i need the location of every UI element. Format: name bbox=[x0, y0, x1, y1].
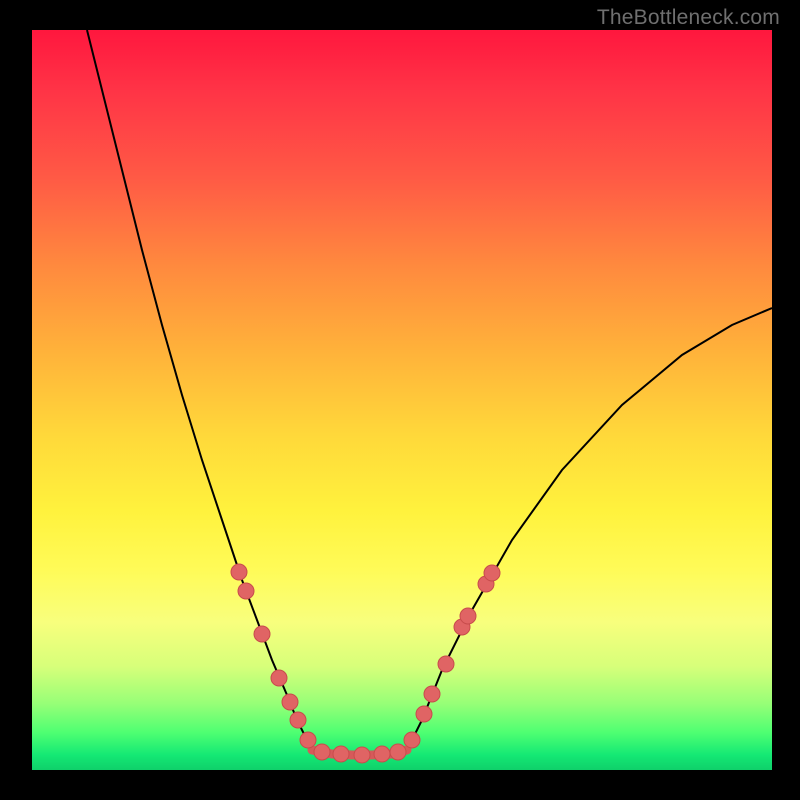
sample-dot bbox=[354, 747, 370, 763]
sample-dot bbox=[460, 608, 476, 624]
sample-dot bbox=[300, 732, 316, 748]
sample-dot bbox=[254, 626, 270, 642]
sample-dot bbox=[282, 694, 298, 710]
plot-area bbox=[32, 30, 772, 770]
sample-dot bbox=[238, 583, 254, 599]
sample-dot bbox=[333, 746, 349, 762]
sample-dot bbox=[404, 732, 420, 748]
sample-dot bbox=[390, 744, 406, 760]
sample-dot bbox=[314, 744, 330, 760]
chart-frame: TheBottleneck.com bbox=[0, 0, 800, 800]
sample-dot bbox=[290, 712, 306, 728]
curve-right-branch bbox=[407, 308, 772, 750]
sample-dot bbox=[416, 706, 432, 722]
sample-dot bbox=[374, 746, 390, 762]
sample-dot bbox=[271, 670, 287, 686]
curve-left-branch bbox=[87, 30, 312, 750]
bottleneck-curve-svg bbox=[32, 30, 772, 770]
watermark-text: TheBottleneck.com bbox=[597, 6, 780, 30]
sample-dot bbox=[231, 564, 247, 580]
sample-dots-group bbox=[231, 564, 500, 763]
sample-dot bbox=[438, 656, 454, 672]
sample-dot bbox=[424, 686, 440, 702]
sample-dot bbox=[484, 565, 500, 581]
